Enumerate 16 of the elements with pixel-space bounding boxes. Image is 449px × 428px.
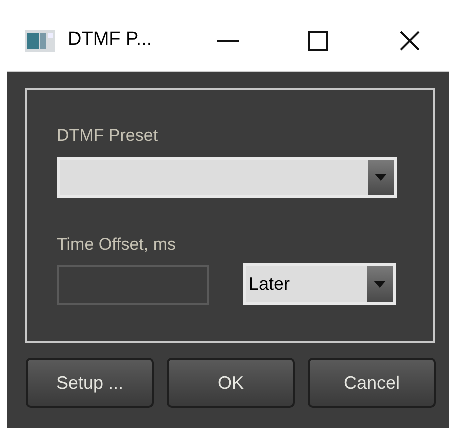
app-icon <box>25 30 55 52</box>
maximize-icon <box>308 30 328 50</box>
caret-icon <box>375 174 387 180</box>
dropdown-arrow-button[interactable] <box>367 266 393 302</box>
window-title: DTMF P... <box>68 28 154 52</box>
direction-dropdown[interactable]: Later <box>243 263 396 305</box>
caret-icon <box>374 280 386 288</box>
minimize-icon <box>217 40 239 42</box>
preset-dropdown[interactable] <box>57 156 397 198</box>
dialog-button[interactable]: OK <box>167 358 295 408</box>
dialog-button[interactable]: Cancel <box>308 358 436 408</box>
dialog-button[interactable]: Setup ... <box>26 358 154 408</box>
preset-label: DTMF Preset <box>57 125 160 147</box>
time-offset-label: Time Offset, ms <box>57 234 178 256</box>
close-icon <box>400 30 420 50</box>
dropdown-arrow-button[interactable] <box>368 160 394 194</box>
